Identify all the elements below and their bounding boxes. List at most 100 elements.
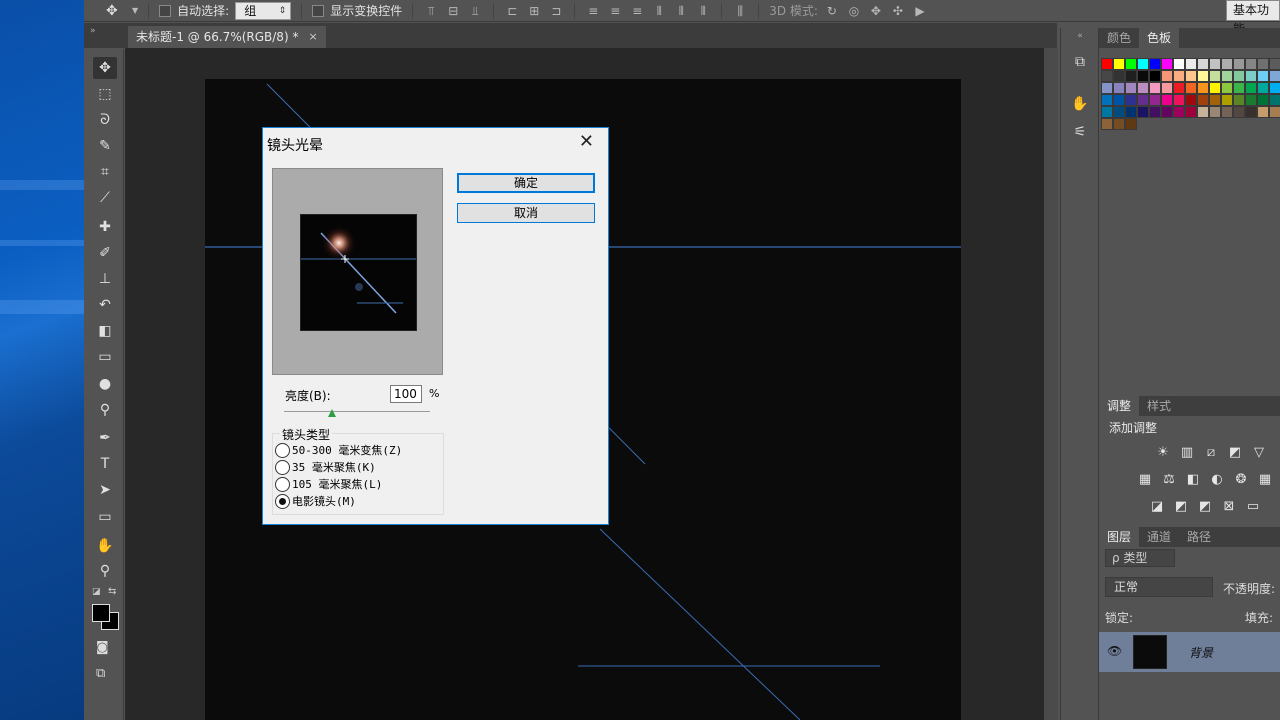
tab-layers[interactable]: 图层: [1099, 527, 1140, 547]
color-swatch[interactable]: [1149, 82, 1161, 94]
eye-icon[interactable]: 👁: [1107, 644, 1122, 658]
stamp-tool-icon[interactable]: ⊥: [93, 268, 117, 290]
dodge-tool-icon[interactable]: ⚲: [93, 399, 117, 421]
document-tab[interactable]: 未标题-1 @ 66.7%(RGB/8) * ×: [128, 26, 326, 48]
color-swatch[interactable]: [1185, 94, 1197, 106]
color-swatch[interactable]: [1269, 94, 1280, 106]
lens-radio[interactable]: [275, 476, 290, 492]
auto-align-icon[interactable]: ⫼: [732, 4, 748, 18]
color-swatch[interactable]: [1269, 70, 1280, 82]
color-swatch[interactable]: [1101, 58, 1113, 70]
quick-select-tool-icon[interactable]: ✎: [93, 135, 117, 157]
color-swatch[interactable]: [1269, 58, 1280, 70]
color-lookup-icon[interactable]: ▦: [1257, 472, 1273, 488]
invert-icon[interactable]: ◪: [1149, 499, 1165, 515]
color-swatch[interactable]: [1113, 70, 1125, 82]
color-swatch[interactable]: [1245, 106, 1257, 118]
slide-3d-icon[interactable]: ✣: [890, 4, 906, 18]
eraser-tool-icon[interactable]: ◧: [93, 320, 117, 342]
healing-tool-icon[interactable]: ✚: [93, 216, 117, 238]
flare-preview-image[interactable]: [300, 214, 417, 331]
align-top-icon[interactable]: ⫪: [423, 4, 439, 18]
distribute-vcenter-icon[interactable]: ≡: [607, 4, 623, 18]
lens-option[interactable]: 105 毫米聚焦(L): [275, 476, 382, 492]
lens-option[interactable]: 50-300 毫米变焦(Z): [275, 442, 402, 458]
color-swatch[interactable]: [1161, 58, 1173, 70]
chevron-down-icon[interactable]: ▼: [132, 6, 138, 15]
brush-panel-icon[interactable]: ✋: [1069, 94, 1091, 114]
tab-color[interactable]: 颜色: [1099, 28, 1139, 48]
align-bottom-icon[interactable]: ⫫: [467, 4, 483, 18]
default-colors-icon[interactable]: ◪: [92, 587, 101, 597]
color-swatch[interactable]: [1161, 106, 1173, 118]
hue-saturation-icon[interactable]: ▦: [1137, 472, 1153, 488]
show-transform-checkbox[interactable]: [312, 4, 325, 17]
color-swatch[interactable]: [1125, 58, 1137, 70]
gradient-map-icon[interactable]: ▭: [1245, 499, 1261, 515]
curves-icon[interactable]: ⧄: [1203, 445, 1219, 461]
lens-radio[interactable]: [275, 459, 290, 475]
move-tool-icon[interactable]: ✥: [93, 57, 117, 79]
lens-option[interactable]: 35 毫米聚焦(K): [275, 459, 376, 475]
history-panel-icon[interactable]: ⧉: [1069, 52, 1091, 72]
close-icon[interactable]: ×: [308, 26, 317, 48]
tab-swatches[interactable]: 色板: [1139, 28, 1180, 48]
color-swatch[interactable]: [1149, 58, 1161, 70]
auto-select-checkbox[interactable]: [159, 4, 172, 17]
path-select-tool-icon[interactable]: ➤: [93, 479, 117, 501]
color-swatch[interactable]: [1161, 94, 1173, 106]
distribute-left-icon[interactable]: ⦀: [651, 4, 667, 18]
color-swatch[interactable]: [1161, 70, 1173, 82]
brush-tool-icon[interactable]: ✐: [93, 242, 117, 264]
layer-name[interactable]: 背景: [1189, 644, 1213, 661]
lens-option[interactable]: 电影镜头(M): [275, 493, 356, 509]
color-swatch[interactable]: [1233, 82, 1245, 94]
color-swatch[interactable]: [1185, 106, 1197, 118]
blur-tool-icon[interactable]: ●: [93, 373, 117, 395]
color-swatch[interactable]: [1233, 106, 1245, 118]
roll-3d-icon[interactable]: ◎: [846, 4, 862, 18]
color-balance-icon[interactable]: ⚖: [1161, 472, 1177, 488]
color-swatch[interactable]: [1149, 94, 1161, 106]
vibrance-icon[interactable]: ▽: [1251, 445, 1267, 461]
color-swatch[interactable]: [1173, 82, 1185, 94]
color-swatch[interactable]: [1221, 58, 1233, 70]
color-swatch[interactable]: [1125, 106, 1137, 118]
ok-button[interactable]: 确定: [457, 173, 595, 193]
color-swatch[interactable]: [1173, 106, 1185, 118]
color-swatch[interactable]: [1161, 82, 1173, 94]
pan-3d-icon[interactable]: ✥: [868, 4, 884, 18]
color-swatch[interactable]: [1113, 94, 1125, 106]
color-swatch[interactable]: [1173, 70, 1185, 82]
blend-mode-dropdown[interactable]: 正常: [1105, 577, 1213, 597]
color-swatch[interactable]: [1185, 58, 1197, 70]
quick-mask-icon[interactable]: ◙: [96, 640, 109, 655]
color-swatch[interactable]: [1233, 94, 1245, 106]
rotate-3d-icon[interactable]: ↻: [824, 4, 840, 18]
auto-select-dropdown[interactable]: 组 ⇕: [235, 1, 292, 20]
levels-icon[interactable]: ▥: [1179, 445, 1195, 461]
tab-channels[interactable]: 通道: [1139, 527, 1179, 547]
move-tool-preset-icon[interactable]: ✥: [106, 3, 126, 19]
color-swatch[interactable]: [1221, 70, 1233, 82]
color-swatch[interactable]: [1137, 58, 1149, 70]
distribute-top-icon[interactable]: ≡: [585, 4, 601, 18]
color-swatch[interactable]: [1221, 106, 1233, 118]
color-swatch[interactable]: [1257, 94, 1269, 106]
threshold-icon[interactable]: ◩: [1197, 499, 1213, 515]
color-swatch[interactable]: [1257, 106, 1269, 118]
eyedropper-tool-icon[interactable]: ⟋: [93, 187, 117, 209]
color-swatch[interactable]: [1113, 82, 1125, 94]
brightness-slider[interactable]: [284, 411, 430, 412]
foreground-color-swatch[interactable]: [92, 604, 110, 622]
vertical-scrollbar[interactable]: [1044, 48, 1058, 720]
lens-radio[interactable]: [275, 442, 290, 458]
color-swatch[interactable]: [1209, 106, 1221, 118]
color-swatch[interactable]: [1233, 58, 1245, 70]
color-swatch[interactable]: [1257, 82, 1269, 94]
zoom-tool-icon[interactable]: ⚲: [93, 560, 117, 582]
color-swatch[interactable]: [1149, 106, 1161, 118]
color-swatch[interactable]: [1269, 82, 1280, 94]
color-swatch[interactable]: [1269, 106, 1280, 118]
distribute-bottom-icon[interactable]: ≡: [629, 4, 645, 18]
